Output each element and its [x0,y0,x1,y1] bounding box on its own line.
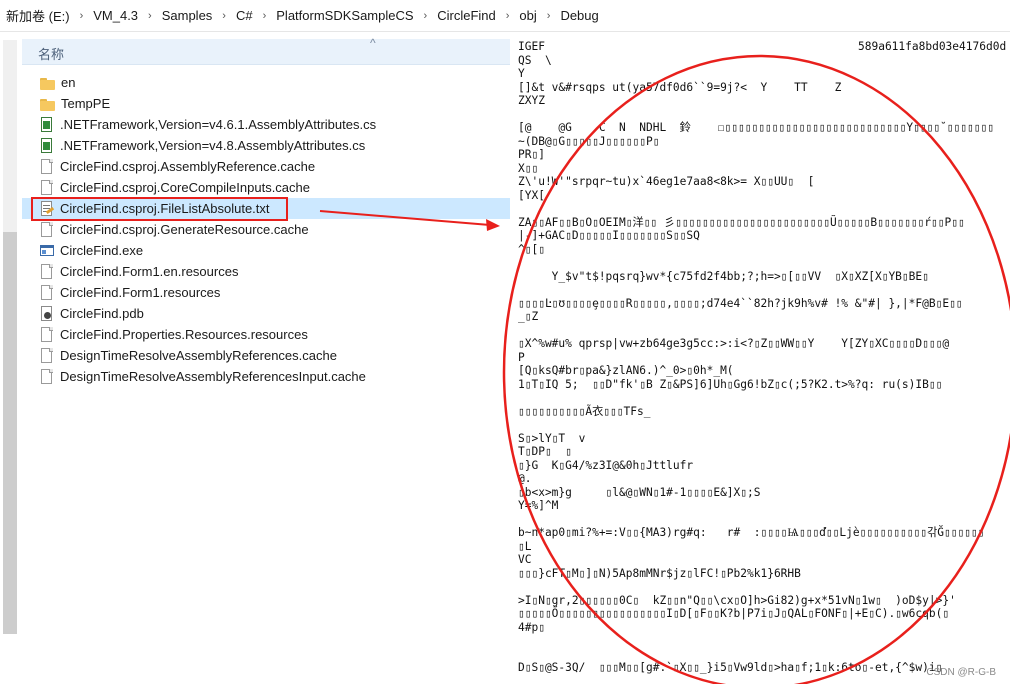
file-name: .NETFramework,Version=v4.8.AssemblyAttri… [60,138,366,153]
breadcrumb-separator-icon[interactable]: › [216,10,232,22]
file-list-item[interactable]: CircleFind.pdb [22,303,510,324]
breadcrumb-item[interactable]: VM_4.3 [89,8,142,23]
content-hash-text: 589a611fa8bd03e4176d0d [858,40,1007,53]
watermark: CSDN @R-G-B [926,667,996,678]
breadcrumb-item[interactable]: obj [515,8,540,23]
file-icon [40,284,54,301]
file-content-view[interactable]: IGEF QS \ Y []&t v&#rsqps ut(ya57df0d6``… [512,34,1010,684]
file-icon [40,326,54,343]
file-name: DesignTimeResolveAssemblyReferencesInput… [60,369,366,384]
file-icon [40,263,54,280]
file-list-item[interactable]: CircleFind.csproj.CoreCompileInputs.cach… [22,177,510,198]
file-list-item[interactable]: CircleFind.Form1.resources [22,282,510,303]
breadcrumb-item[interactable]: PlatformSDKSampleCS [272,8,417,23]
file-icon [40,221,54,238]
file-name: CircleFind.Form1.resources [60,285,221,300]
breadcrumb-item[interactable]: C# [232,8,257,23]
file-list-pane: 名称 ^ en TempPE .NETFramework,Version=v4.6.… [0,32,512,684]
folder-icon [40,77,55,90]
file-list-item[interactable]: .NETFramework,Version=v4.8.AssemblyAttri… [22,135,510,156]
sort-ascending-icon: ^ [370,36,376,50]
file-list-item[interactable]: DesignTimeResolveAssemblyReferences.cach… [22,345,510,366]
file-name: CircleFind.csproj.CoreCompileInputs.cach… [60,180,310,195]
file-list-item[interactable]: CircleFind.exe [22,240,510,261]
breadcrumb-item[interactable]: 新加卷 (E:) [2,6,74,25]
file-list-item[interactable]: TempPE [22,93,510,114]
file-list-item[interactable]: en [22,72,510,93]
folder-icon [40,98,55,111]
pdb-icon [40,305,54,322]
breadcrumb-separator-icon[interactable]: › [541,10,557,22]
file-name: .NETFramework,Version=v4.6.1.AssemblyAtt… [60,117,377,132]
breadcrumb-item[interactable]: CircleFind [433,8,500,23]
file-name: CircleFind.Properties.Resources.resource… [60,327,308,342]
file-list-item[interactable]: CircleFind.csproj.GenerateResource.cache [22,219,510,240]
file-name: DesignTimeResolveAssemblyReferences.cach… [60,348,337,363]
name-column-label: 名称 [38,47,65,62]
breadcrumb-separator-icon[interactable]: › [74,10,90,22]
breadcrumb-separator-icon[interactable]: › [500,10,516,22]
exe-icon [40,243,54,259]
file-name: CircleFind.exe [60,243,144,258]
file-list-item[interactable]: .NETFramework,Version=v4.6.1.AssemblyAtt… [22,114,510,135]
cs-file-icon [40,116,54,133]
file-content-text: IGEF QS \ Y []&t v&#rsqps ut(ya57df0d6``… [518,40,994,674]
file-name: CircleFind.csproj.GenerateResource.cache [60,222,309,237]
file-list: en TempPE .NETFramework,Version=v4.6.1.Ass… [22,72,510,387]
file-name: CircleFind.csproj.AssemblyReference.cach… [60,159,316,174]
breadcrumb-item[interactable]: Samples [158,8,217,23]
file-icon [40,347,54,364]
file-name: TempPE [61,96,111,111]
breadcrumb: 新加卷 (E:) › VM_4.3 › Samples › C# › PlatformSDKSa… [0,0,1010,32]
file-name: CircleFind.Form1.en.resources [60,264,239,279]
file-icon [40,158,54,175]
breadcrumb-separator-icon[interactable]: › [418,10,434,22]
file-list-item[interactable]: CircleFind.csproj.AssemblyReference.cach… [22,156,510,177]
file-icon [40,368,54,385]
file-list-item[interactable]: CircleFind.Form1.en.resources [22,261,510,282]
vertical-scrollbar-thumb[interactable] [3,232,17,634]
breadcrumb-item[interactable]: Debug [556,8,602,23]
file-name: en [61,75,76,90]
annotation-highlight-box [31,197,288,221]
file-icon [40,179,54,196]
breadcrumb-separator-icon[interactable]: › [142,10,158,22]
cs-file-icon [40,137,54,154]
name-column-header[interactable]: 名称 ^ [22,36,510,65]
file-list-item[interactable]: CircleFind.Properties.Resources.resource… [22,324,510,345]
breadcrumb-separator-icon[interactable]: › [257,10,273,22]
file-list-item[interactable]: DesignTimeResolveAssemblyReferencesInput… [22,366,510,387]
file-name: CircleFind.pdb [60,306,144,321]
